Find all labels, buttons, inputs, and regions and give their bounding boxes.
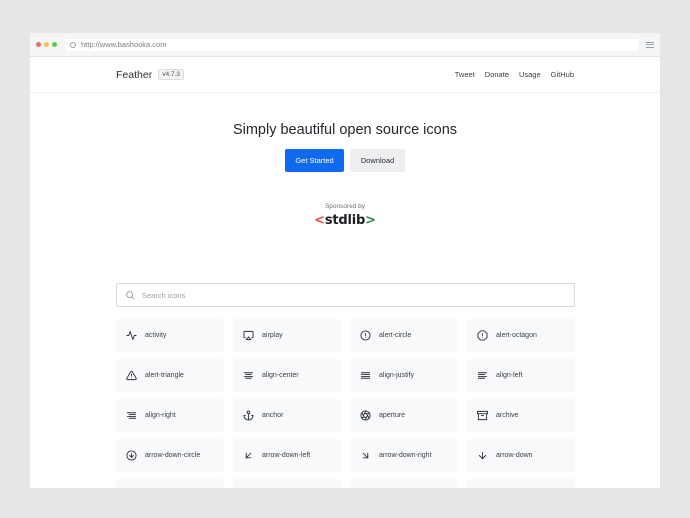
hero-title: Simply beautiful open source icons [232, 122, 458, 138]
icon-tile-arrow-right-circle[interactable]: arrow-right-circle [350, 479, 458, 488]
menu-icon[interactable] [646, 41, 654, 48]
arrow-down-right-icon [362, 452, 369, 459]
icon-tile-arrow-down-right[interactable]: arrow-down-right [350, 439, 458, 472]
icon-label: arrow-down-circle [145, 452, 201, 459]
icon-label: aperture [379, 412, 406, 419]
icon-tile-archive[interactable]: archive [467, 399, 575, 432]
alert-circle-icon [360, 330, 371, 341]
address-bar[interactable]: http://www.bashooka.com [65, 38, 638, 51]
align-justify-icon [360, 372, 371, 379]
search-box[interactable] [116, 283, 575, 307]
aperture-icon [360, 410, 371, 421]
minimize-dot[interactable] [44, 42, 49, 47]
alert-triangle-icon [126, 370, 137, 381]
icon-tile-arrow-down[interactable]: arrow-down [467, 439, 575, 472]
activity-icon [126, 330, 137, 341]
anchor-icon [243, 410, 254, 421]
airplay-icon [243, 330, 254, 341]
nav-link-donate[interactable]: Donate [485, 70, 509, 79]
nav-link-tweet[interactable]: Tweet [455, 70, 475, 79]
icon-grid: activity airplay alert-circle alert-octagon… [116, 319, 575, 488]
browser-window: http://www.bashooka.com Feather v4.7.3 T… [30, 33, 660, 488]
icon-label: arrow-down [496, 452, 533, 459]
get-started-button[interactable]: Get Started [285, 149, 344, 172]
nav-link-github[interactable]: GitHub [551, 70, 574, 79]
sponsor-logo-text: stdlib [324, 213, 366, 228]
top-nav: Feather v4.7.3 Tweet Donate Usage GitHub [30, 57, 660, 93]
alert-octagon-icon [477, 330, 488, 341]
icon-tile-align-left[interactable]: align-left [467, 359, 575, 392]
icon-tile-alert-circle[interactable]: alert-circle [350, 319, 458, 352]
sponsor-logo-lt: < [314, 213, 325, 228]
arrow-down-left-icon [245, 452, 252, 459]
sponsor-label: Sponsored by [324, 203, 366, 210]
icon-label: anchor [262, 412, 284, 419]
sponsor-logo[interactable]: <stdlib> [30, 213, 660, 228]
icon-tile-aperture[interactable]: aperture [350, 399, 458, 432]
icon-tile-alert-octagon[interactable]: alert-octagon [467, 319, 575, 352]
icon-label: align-center [262, 372, 299, 379]
icon-tile-airplay[interactable]: airplay [233, 319, 341, 352]
icon-tile-anchor[interactable]: anchor [233, 399, 341, 432]
arrow-down-circle-icon [126, 450, 137, 461]
maximize-dot[interactable] [52, 42, 57, 47]
icon-label: archive [496, 412, 519, 419]
brand-name[interactable]: Feather [116, 69, 152, 81]
url-text: http://www.bashooka.com [81, 40, 167, 49]
icon-label: alert-circle [379, 332, 412, 339]
arrow-down-icon [478, 451, 487, 460]
icon-tile-arrow-down-circle[interactable]: arrow-down-circle [116, 439, 224, 472]
icon-tile-align-right[interactable]: align-right [116, 399, 224, 432]
icon-tile-arrow-down-left[interactable]: arrow-down-left [233, 439, 341, 472]
icon-tile-arrow-left[interactable]: arrow-left [233, 479, 341, 488]
sponsor-logo-gt: > [365, 213, 376, 228]
icon-label: align-justify [379, 372, 415, 379]
icon-label: activity [145, 332, 167, 339]
browser-chrome: http://www.bashooka.com [30, 33, 660, 57]
icon-label: align-left [496, 372, 523, 379]
icon-tile-activity[interactable]: activity [116, 319, 224, 352]
icon-label: alert-triangle [145, 372, 184, 379]
align-left-icon [477, 372, 488, 379]
brand[interactable]: Feather v4.7.3 [116, 69, 184, 81]
globe-icon [70, 41, 76, 48]
icon-label: airplay [262, 332, 283, 339]
icon-tile-arrow-left-circle[interactable]: arrow-left-circle [116, 479, 224, 488]
window-controls [36, 42, 57, 47]
archive-icon [477, 410, 488, 421]
nav-links: Tweet Donate Usage GitHub [455, 70, 574, 79]
icon-label: alert-octagon [496, 332, 537, 339]
nav-link-usage[interactable]: Usage [519, 70, 541, 79]
search-icon [126, 291, 135, 300]
icon-tile-alert-triangle[interactable]: alert-triangle [116, 359, 224, 392]
icon-tile-align-justify[interactable]: align-justify [350, 359, 458, 392]
search-input[interactable] [142, 290, 574, 300]
page: Feather v4.7.3 Tweet Donate Usage GitHub… [30, 57, 660, 488]
close-dot[interactable] [36, 42, 41, 47]
icon-label: align-right [145, 412, 176, 419]
download-button[interactable]: Download [350, 149, 405, 172]
align-right-icon [126, 412, 137, 419]
version-badge: v4.7.3 [158, 69, 184, 80]
align-center-icon [243, 372, 254, 379]
icon-label: arrow-down-left [262, 452, 311, 459]
hero: Simply beautiful open source icons Get S… [30, 122, 660, 228]
icon-tile-align-center[interactable]: align-center [233, 359, 341, 392]
icon-label: arrow-down-right [379, 452, 432, 459]
hero-buttons: Get Started Download [30, 149, 660, 172]
icon-tile-arrow-right[interactable]: arrow-right [467, 479, 575, 488]
